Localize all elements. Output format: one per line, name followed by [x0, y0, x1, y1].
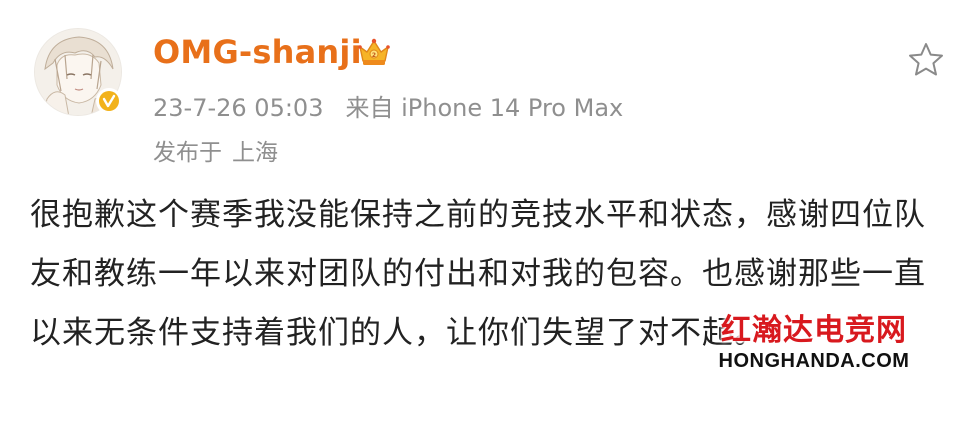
verified-badge-icon [99, 91, 119, 111]
watermark: 红瀚达电竞网 HONGHANDA.COM [716, 314, 912, 374]
location-name: 上海 [232, 140, 278, 166]
favorite-button[interactable] [906, 40, 946, 80]
post-timestamp: 23-7-26 05:03 [153, 94, 324, 122]
crown-badge-icon: 2 [358, 38, 390, 65]
avatar-container[interactable] [34, 28, 122, 116]
verified-badge [96, 88, 122, 114]
post-location: 发布于 上海 [153, 133, 278, 167]
svg-text:2: 2 [372, 52, 376, 59]
post-source: 来自 iPhone 14 Pro Max [345, 94, 624, 122]
post-meta: 23-7-26 05:03 来自 iPhone 14 Pro Max [153, 88, 623, 123]
member-crown-badge[interactable]: 2 [357, 36, 391, 68]
username[interactable]: OMG-shanji [153, 33, 362, 71]
weibo-post: OMG-shanji 2 23-7-26 05:03 来自 iPhone 14 P… [0, 0, 974, 425]
location-prefix: 发布于 [153, 140, 222, 166]
star-icon [909, 43, 943, 76]
watermark-title: 红瀚达电竞网 [721, 313, 907, 348]
watermark-subtitle: HONGHANDA.COM [718, 350, 910, 372]
